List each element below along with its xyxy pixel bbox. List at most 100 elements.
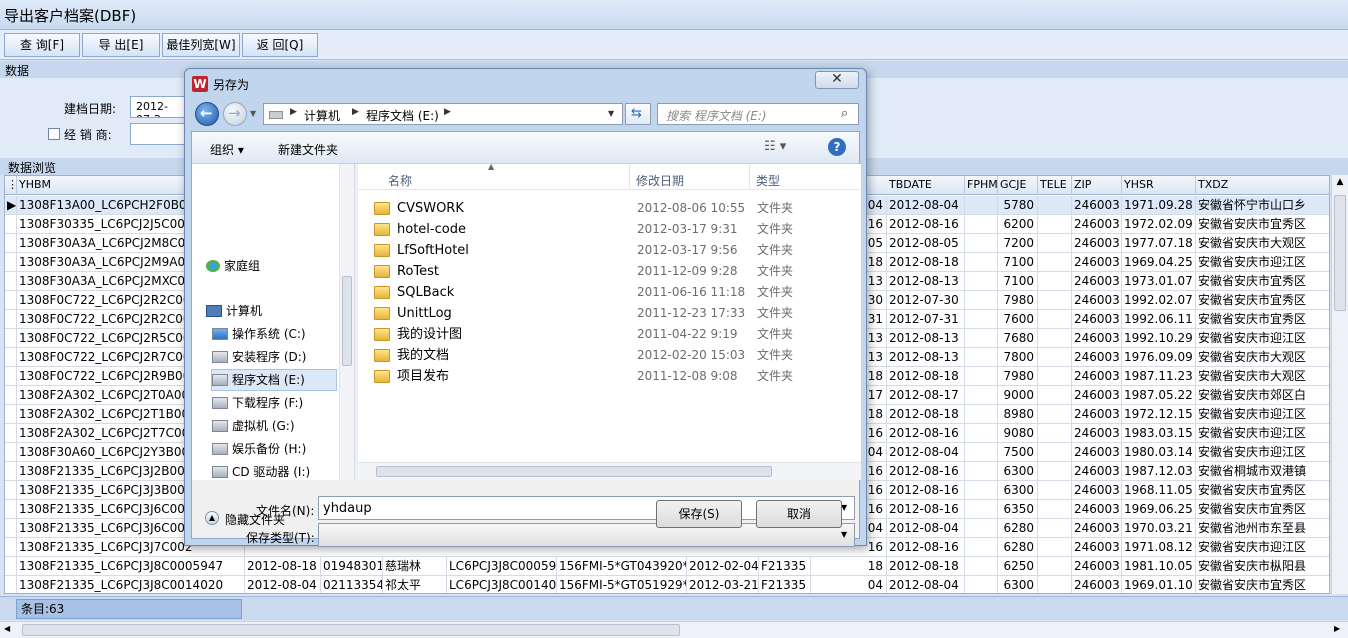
file-list-item[interactable]: UnittLog 2011-12-23 17:33 文件夹 bbox=[368, 303, 848, 324]
file-date: 2011-04-22 9:19 bbox=[637, 327, 738, 341]
cell-fphm bbox=[965, 291, 998, 310]
refresh-button[interactable]: ⇆ bbox=[625, 103, 651, 125]
file-list-item[interactable]: CVSWORK 2012-08-06 10:55 文件夹 bbox=[368, 198, 848, 219]
cell-fphm bbox=[965, 424, 998, 443]
view-options-icon[interactable]: ☷ ▾ bbox=[764, 139, 786, 154]
nav-scrollbar[interactable] bbox=[339, 164, 354, 480]
address-dropdown-icon[interactable]: ▼ bbox=[608, 109, 614, 118]
back-nav-icon[interactable]: ← bbox=[195, 102, 219, 126]
column-header[interactable]: GCJE bbox=[998, 176, 1038, 195]
column-header[interactable]: TBDATE bbox=[887, 176, 965, 195]
cell-tele bbox=[1038, 462, 1072, 481]
folder-icon bbox=[374, 328, 390, 341]
nav-homegroup[interactable]: 家庭组 bbox=[206, 256, 260, 276]
search-icon[interactable]: ⌕ bbox=[841, 106, 848, 121]
filetype-dropdown-icon[interactable]: ▼ bbox=[841, 530, 847, 539]
close-icon[interactable]: ✕ bbox=[815, 71, 859, 89]
nav-drive-item[interactable]: 下载程序 (F:) bbox=[212, 393, 303, 413]
new-folder-button[interactable]: 新建文件夹 bbox=[278, 141, 338, 158]
cell-fphm bbox=[965, 253, 998, 272]
cell-fphm bbox=[965, 215, 998, 234]
address-bar[interactable]: ▶ 计算机 ▶ 程序文档 (E:) ▶ ▼ bbox=[263, 103, 623, 125]
nav-computer[interactable]: 计算机 bbox=[206, 301, 262, 321]
cell-yhsr: 1992.10.29 bbox=[1122, 329, 1196, 348]
file-list-item[interactable]: RoTest 2011-12-09 9:28 文件夹 bbox=[368, 261, 848, 282]
nav-scroll-thumb[interactable] bbox=[342, 276, 352, 366]
export-button[interactable]: 导 出[E] bbox=[82, 33, 160, 57]
cell-zip: 246003 bbox=[1072, 424, 1122, 443]
h-scroll-thumb[interactable] bbox=[22, 624, 680, 636]
dealer-checkbox[interactable] bbox=[48, 128, 60, 140]
cell-tbdate: 2012-08-16 bbox=[887, 481, 965, 500]
cell-txdz: 安徽省安庆市宜秀区 bbox=[1196, 272, 1329, 291]
nav-drive-item[interactable]: 安装程序 (D:) bbox=[212, 347, 306, 367]
main-toolbar: 查 询[F] 导 出[E] 最佳列宽[W] 返 回[Q] bbox=[0, 30, 1348, 60]
file-list-item[interactable]: 我的设计图 2011-04-22 9:19 文件夹 bbox=[368, 324, 848, 345]
nav-drive-item[interactable]: 虚拟机 (G:) bbox=[212, 416, 295, 436]
nav-drive-item[interactable]: CD 驱动器 (I:) bbox=[212, 462, 310, 482]
scroll-thumb[interactable] bbox=[1334, 195, 1346, 311]
file-list-item[interactable]: 我的文档 2012-02-20 15:03 文件夹 bbox=[368, 345, 848, 366]
file-name: LfSoftHotel bbox=[397, 243, 469, 258]
file-list-item[interactable]: SQLBack 2011-06-16 11:18 文件夹 bbox=[368, 282, 848, 303]
nav-drive-item[interactable]: 操作系统 (C:) bbox=[212, 324, 306, 344]
search-box[interactable]: 搜索 程序文档 (E:) ⌕ bbox=[657, 103, 859, 125]
save-button[interactable]: 保存(S) bbox=[656, 500, 742, 528]
forward-nav-icon[interactable]: → bbox=[223, 102, 247, 126]
cell-tbdate: 2012-07-30 bbox=[887, 291, 965, 310]
nav-drive-item[interactable]: 娱乐备份 (H:) bbox=[212, 439, 306, 459]
breadcrumb-computer[interactable]: 计算机 bbox=[304, 107, 340, 124]
file-list-item[interactable]: LfSoftHotel 2012-03-17 9:56 文件夹 bbox=[368, 240, 848, 261]
file-date: 2011-06-16 11:18 bbox=[637, 285, 746, 299]
cell-fphm bbox=[965, 443, 998, 462]
drive-icon bbox=[212, 351, 228, 363]
column-header[interactable]: ZIP bbox=[1072, 176, 1122, 195]
cell-yhsr: 1972.02.09 bbox=[1122, 215, 1196, 234]
hide-folders-toggle[interactable]: 隐藏文件夹 bbox=[225, 511, 285, 528]
back-button[interactable]: 返 回[Q] bbox=[242, 33, 318, 57]
scroll-up-icon[interactable]: ▲ bbox=[1334, 177, 1346, 191]
nav-drive-item[interactable]: 程序文档 (E:) bbox=[211, 369, 337, 391]
row-indicator bbox=[5, 405, 17, 424]
row-indicator: ▶ bbox=[5, 196, 17, 215]
cell-tele bbox=[1038, 291, 1072, 310]
column-type[interactable]: 类型 bbox=[756, 172, 780, 189]
best-width-button[interactable]: 最佳列宽[W] bbox=[162, 33, 240, 57]
file-scroll-thumb[interactable] bbox=[376, 466, 772, 477]
hide-folders-icon[interactable]: ▲ bbox=[205, 511, 219, 525]
organize-menu[interactable]: 组织 ▾ bbox=[210, 141, 244, 158]
cell-yhsr: 1980.03.14 bbox=[1122, 443, 1196, 462]
cell-detail: 2012-08-18 bbox=[245, 557, 321, 576]
column-date[interactable]: 修改日期 bbox=[636, 172, 684, 189]
help-icon[interactable]: ? bbox=[828, 138, 846, 156]
file-list-item[interactable]: hotel-code 2012-03-17 9:31 文件夹 bbox=[368, 219, 848, 240]
column-header[interactable]: TELE bbox=[1038, 176, 1072, 195]
column-header[interactable]: TXDZ bbox=[1196, 176, 1329, 195]
column-name[interactable]: 名称 bbox=[388, 172, 412, 189]
recent-locations-icon[interactable]: ▼ bbox=[250, 109, 256, 118]
file-hscrollbar[interactable] bbox=[358, 462, 861, 480]
file-type: 文件夹 bbox=[757, 222, 794, 236]
dealer-input[interactable] bbox=[130, 123, 186, 145]
breadcrumb-drive[interactable]: 程序文档 (E:) bbox=[366, 107, 439, 124]
file-list-item[interactable]: 项目发布 2011-12-08 9:08 文件夹 bbox=[368, 366, 848, 387]
cell-fphm bbox=[965, 196, 998, 215]
table-row[interactable]: 1308F21335_LC6PCJ3J8C0005947 2012-08-18 01… bbox=[5, 557, 1329, 576]
cell-gcje: 6200 bbox=[998, 215, 1038, 234]
cell-yhsr: 1976.09.09 bbox=[1122, 348, 1196, 367]
table-row[interactable]: 1308F21335_LC6PCJ3J8C0014020 2012-08-04 02… bbox=[5, 576, 1329, 593]
grid-vertical-scrollbar[interactable]: ▲ bbox=[1331, 175, 1348, 594]
cell-txdz: 安徽省安庆市郊区白 bbox=[1196, 386, 1329, 405]
column-header[interactable]: YHSR bbox=[1122, 176, 1196, 195]
date-input[interactable]: 2012-07-2 bbox=[130, 96, 186, 118]
cell-tele bbox=[1038, 386, 1072, 405]
status-bar: 条目:63 bbox=[0, 596, 1348, 620]
query-button[interactable]: 查 询[F] bbox=[4, 33, 80, 57]
grid-horizontal-scrollbar[interactable]: ◀ ▶ bbox=[0, 621, 1348, 638]
scroll-left-icon[interactable]: ◀ bbox=[4, 624, 14, 636]
drive-icon bbox=[212, 328, 228, 340]
cell-yhsr: 1968.11.05 bbox=[1122, 481, 1196, 500]
scroll-right-icon[interactable]: ▶ bbox=[1334, 624, 1344, 636]
cancel-button[interactable]: 取消 bbox=[756, 500, 842, 528]
column-header[interactable]: FPHM bbox=[965, 176, 998, 195]
